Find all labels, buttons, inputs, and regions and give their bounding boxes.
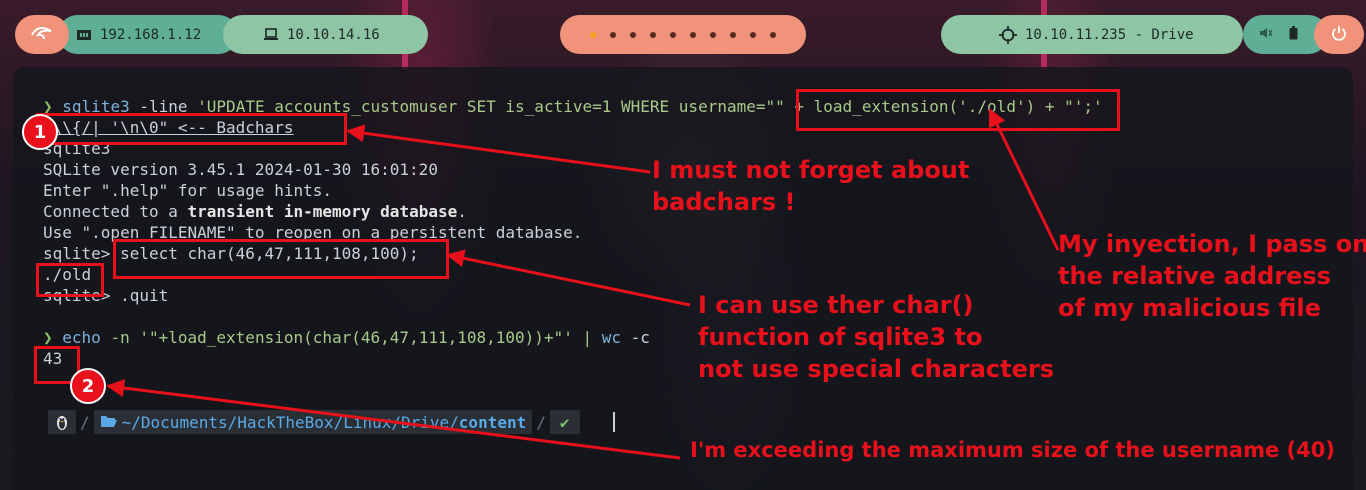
username-size-note: I'm exceeding the maximum size of the us…	[690, 438, 1335, 462]
char-function-note: I can use ther char() function of sqlite…	[698, 291, 1055, 383]
arrow-select-char	[446, 249, 691, 307]
arrow-badchars	[346, 124, 651, 174]
badchars-note: I must not forget about badchars !	[652, 156, 970, 216]
arrow-injection	[988, 108, 1060, 251]
arrow-size	[106, 379, 681, 460]
injection-note: My inyection, I pass on the relative add…	[1058, 230, 1366, 322]
